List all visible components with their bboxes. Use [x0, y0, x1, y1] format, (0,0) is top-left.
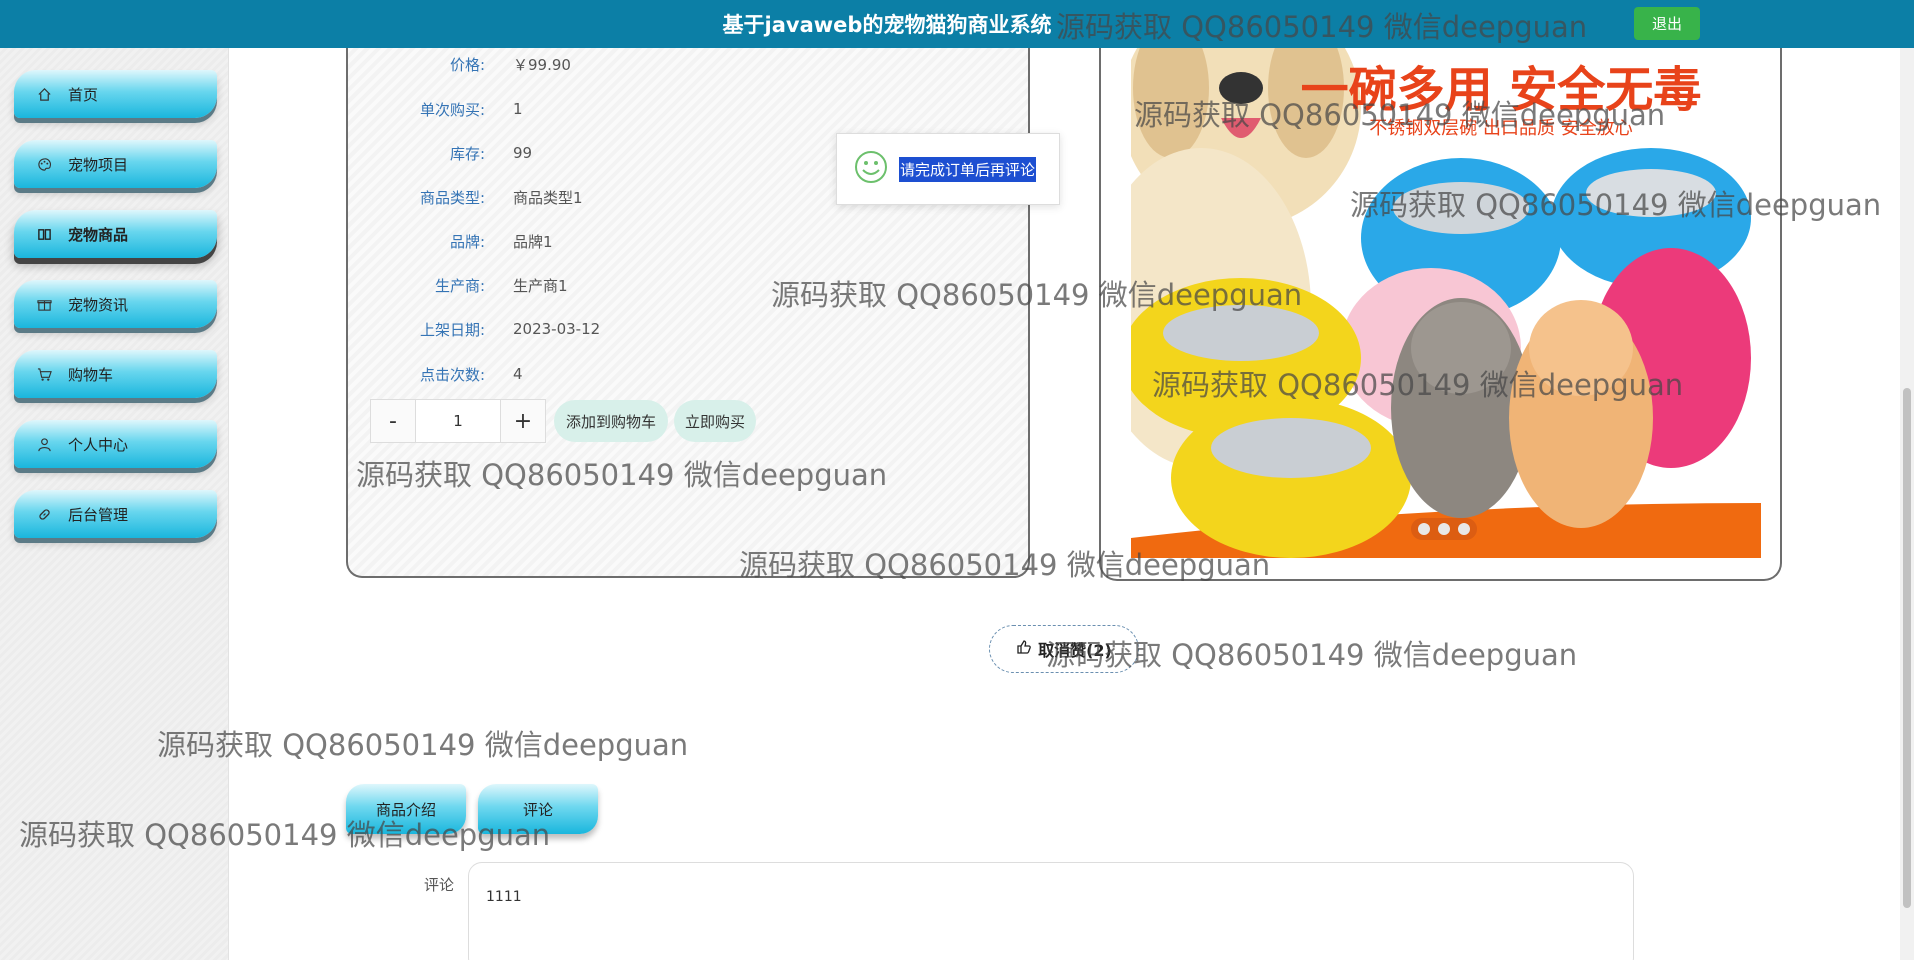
scrollbar-thumb[interactable] [1903, 388, 1911, 908]
product-image-carousel[interactable]: 一碗多用 安全无毒 不锈钢双层碗 出口品质 安全放心 [1099, 48, 1782, 581]
field-brand: 品牌: 品牌1 [449, 232, 553, 251]
top-bar: 基于javaweb的宠物猫狗商业系统 退出 [0, 0, 1914, 48]
product-banner-image: 一碗多用 安全无毒 不锈钢双层碗 出口品质 安全放心 [1131, 48, 1761, 558]
add-to-cart-button[interactable]: 添加到购物车 [554, 400, 668, 442]
field-listed-date: 上架日期: 2023-03-12 [419, 320, 601, 339]
buy-now-button[interactable]: 立即购买 [674, 400, 756, 442]
sidebar-item-pet-news[interactable]: 宠物资讯 [14, 280, 217, 328]
sidebar-item-label: 首页 [68, 85, 99, 104]
tooltip-text: 请完成订单后再评论 [899, 156, 1037, 182]
field-per-purchase: 单次购买: 1 [419, 100, 523, 119]
sidebar-item-pet-products[interactable]: 宠物商品 [14, 210, 217, 258]
smile-icon [853, 149, 889, 189]
tab-product-intro[interactable]: 商品介绍 [346, 784, 466, 834]
increase-button[interactable]: + [501, 400, 545, 442]
app-title: 基于javaweb的宠物猫狗商业系统 [722, 13, 1052, 37]
sidebar: 首页 宠物项目 宠物商品 宠物资讯 购物车 个人中心 后台管理 [0, 48, 229, 960]
carousel-dot[interactable] [1438, 523, 1450, 535]
sidebar-item-label: 宠物资讯 [68, 295, 129, 314]
unlike-button[interactable]: 取消赞(2) [989, 625, 1139, 673]
palette-icon [36, 156, 52, 172]
comment-textarea[interactable]: 1111 [468, 862, 1634, 960]
watermark-text: 源码获取 QQ86050149 微信deepguan [157, 728, 689, 762]
field-price: 价格: ￥99.90 [449, 55, 571, 74]
sidebar-item-admin[interactable]: 后台管理 [14, 490, 217, 538]
banner-headline: 一碗多用 安全无毒 [1301, 62, 1702, 118]
like-label: 取消赞(2) [1038, 641, 1112, 660]
field-manufacturer: 生产商: 生产商1 [434, 276, 568, 295]
sidebar-item-cart[interactable]: 购物车 [14, 350, 217, 398]
banner-subline: 不锈钢双层碗 出口品质 安全放心 [1369, 118, 1632, 139]
sidebar-item-label: 宠物商品 [68, 225, 129, 244]
gift-icon [36, 296, 52, 312]
field-click-count: 点击次数: 4 [419, 365, 523, 384]
carousel-dots [1411, 518, 1477, 540]
user-icon [36, 436, 52, 452]
page-scrollbar[interactable] [1900, 48, 1914, 960]
sidebar-item-label: 个人中心 [68, 435, 129, 454]
sidebar-item-home[interactable]: 首页 [14, 70, 217, 118]
product-detail-panel: 价格: ￥99.90 单次购买: 1 库存: 99 商品类型: 商品类型1 品牌… [346, 48, 1030, 578]
sidebar-item-pet-projects[interactable]: 宠物项目 [14, 140, 217, 188]
sidebar-item-label: 后台管理 [68, 505, 129, 524]
comment-label: 评论 [424, 876, 455, 894]
sidebar-item-profile[interactable]: 个人中心 [14, 420, 217, 468]
tab-comments[interactable]: 评论 [478, 784, 598, 834]
columns-icon [36, 226, 52, 242]
logout-button[interactable]: 退出 [1634, 7, 1700, 40]
carousel-dot[interactable] [1458, 523, 1470, 535]
cart-icon [36, 366, 52, 382]
carousel-dot[interactable] [1418, 523, 1430, 535]
home-icon [36, 86, 52, 102]
quantity-input[interactable]: 1 [415, 400, 501, 442]
sidebar-item-label: 宠物项目 [68, 155, 129, 174]
thumbs-up-icon [1016, 639, 1032, 659]
sidebar-item-label: 购物车 [68, 365, 114, 384]
decrease-button[interactable]: - [371, 400, 415, 442]
quantity-stepper: - 1 + [370, 399, 546, 443]
link-icon [36, 506, 52, 522]
comment-hint-tooltip: 请完成订单后再评论 [836, 133, 1060, 205]
